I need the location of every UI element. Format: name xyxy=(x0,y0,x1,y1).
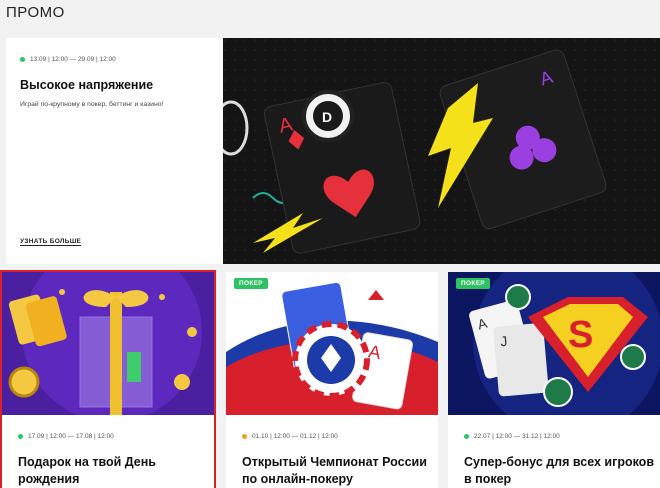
super-bonus-art: A J S xyxy=(448,272,660,415)
hero-subtitle: Играй по-крупному в покер, беттинг и каз… xyxy=(20,101,164,108)
promo-date: 01.10 | 12:00 — 01.12 | 12:00 xyxy=(242,433,338,440)
promo-card-championship[interactable]: A ПОКЕР 01.10 | 12:00 — 01.12 | 12:00 От… xyxy=(226,272,438,488)
promo-card-super-bonus[interactable]: A J S ПОКЕР 22.07 | 12:00 — 31.12 | 12:0… xyxy=(448,272,660,488)
status-dot xyxy=(464,434,469,439)
championship-art: A xyxy=(226,272,438,415)
hero-banner-art: A D A xyxy=(223,38,660,264)
promo-date-text: 17.09 | 12:00 — 17.08 | 12:00 xyxy=(28,433,114,440)
hero-promo-card[interactable]: 13.09 | 12:00 — 29.09 | 12:00 Высокое на… xyxy=(6,38,223,264)
promo-image-championship: A xyxy=(226,272,438,415)
hero-date: 13.09 | 12:00 — 29.09 | 12:00 xyxy=(20,56,116,63)
learn-more-link[interactable]: УЗНАТЬ БОЛЬШЕ xyxy=(20,238,82,246)
promo-card-birthday[interactable]: 17.09 | 12:00 — 17.08 | 12:00 Подарок на… xyxy=(0,270,216,488)
category-badge-poker: ПОКЕР xyxy=(456,278,490,289)
status-dot xyxy=(18,434,23,439)
promo-image-super-bonus: A J S xyxy=(448,272,660,415)
svg-text:J: J xyxy=(500,333,508,350)
svg-text:D: D xyxy=(322,109,332,125)
hero-title: Высокое напряжение xyxy=(20,78,154,92)
promo-image-birthday xyxy=(2,272,214,415)
hero-banner[interactable]: A D A xyxy=(223,38,660,264)
promo-title: Супер-бонус для всех игроков в покер xyxy=(464,455,655,486)
promo-date: 17.09 | 12:00 — 17.08 | 12:00 xyxy=(18,433,114,440)
category-badge-poker: ПОКЕР xyxy=(234,278,268,289)
promo-title: Открытый Чемпионат России по онлайн-поке… xyxy=(242,455,427,486)
status-dot xyxy=(242,434,247,439)
page-title: ПРОМО xyxy=(6,4,65,21)
status-dot xyxy=(20,57,25,62)
promo-date: 22.07 | 12:00 — 31.12 | 12:00 xyxy=(464,433,560,440)
hero-date-text: 13.09 | 12:00 — 29.09 | 12:00 xyxy=(30,56,116,63)
promo-title: Подарок на твой День рождения xyxy=(18,455,156,486)
birthday-art xyxy=(2,272,214,415)
promo-date-text: 01.10 | 12:00 — 01.12 | 12:00 xyxy=(252,433,338,440)
svg-text:S: S xyxy=(568,314,593,356)
promo-date-text: 22.07 | 12:00 — 31.12 | 12:00 xyxy=(474,433,560,440)
